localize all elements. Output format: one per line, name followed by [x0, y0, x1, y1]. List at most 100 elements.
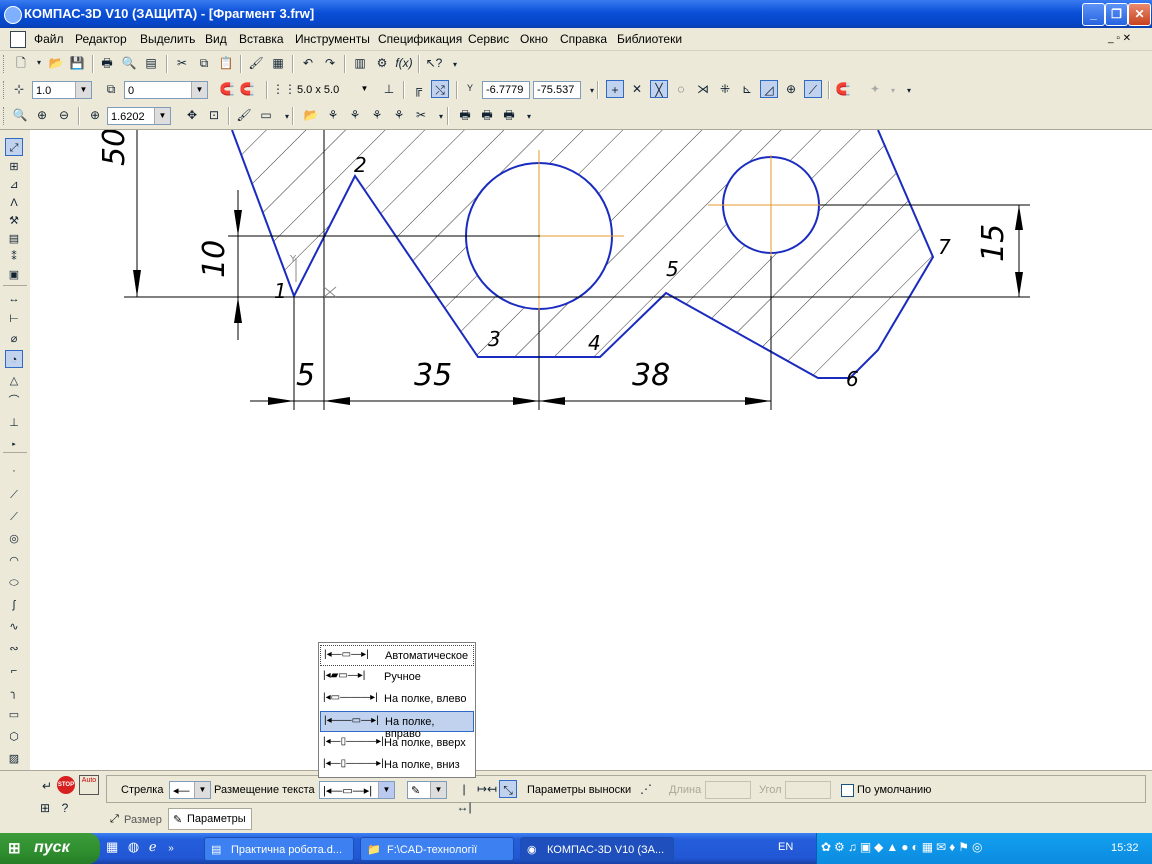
library-icon-1[interactable]: 📂	[302, 106, 320, 124]
arrow-combo[interactable]: ◂— ▼	[169, 781, 211, 799]
help-icon[interactable]: ?	[56, 799, 74, 817]
text-placement-combo[interactable]: |◂—▭—▸| ▼	[319, 781, 395, 799]
dropdown-item-auto[interactable]: |◂—▭—▸| Автоматическое	[320, 645, 474, 666]
print-preview-icon[interactable]: 🖶	[500, 106, 518, 124]
properties-icon[interactable]: ▦	[269, 54, 287, 72]
layer-combo[interactable]: 0 ▼	[124, 81, 208, 99]
hatch-icon[interactable]: ▨	[5, 750, 23, 768]
pan-icon[interactable]: ✥	[183, 106, 201, 124]
magnet-snap-icon[interactable]: 🧲	[218, 80, 236, 98]
measure-panel-icon[interactable]: ▤	[5, 230, 23, 248]
menu-select[interactable]: Выделить	[140, 32, 195, 46]
fillet-icon[interactable]: ╮	[5, 684, 23, 702]
notation-panel-icon[interactable]: ⊿	[5, 176, 23, 194]
spec-panel-icon[interactable]: ▣	[5, 266, 23, 284]
preview-icon[interactable]: ▤	[142, 54, 160, 72]
radial-dim-icon[interactable]: ◔	[5, 350, 23, 368]
enter-object-icon[interactable]: ↵	[38, 777, 56, 795]
arc-dim-icon[interactable]: ⌒	[5, 392, 23, 410]
tools-icon[interactable]: ✂	[412, 106, 430, 124]
inner-arrows-icon[interactable]: |↔|	[455, 780, 473, 814]
tray-icons[interactable]: ✿⚙♫▣◆▲●◐▦✉♦⚑◎	[821, 840, 986, 854]
dropdown-item-shelf-down[interactable]: |◂—▯———▸| На полке, вниз	[320, 755, 474, 776]
fix-icon[interactable]: ⊞	[36, 799, 54, 817]
default-checkbox[interactable]	[841, 784, 854, 797]
dimension-10[interactable]: 10	[197, 240, 232, 278]
bezier-icon[interactable]: ∾	[5, 640, 23, 658]
chevron-down-icon[interactable]: ▼	[191, 82, 207, 98]
menu-file[interactable]: Файл	[34, 32, 64, 46]
toolbar-options-icon[interactable]: ▾	[520, 108, 538, 126]
snap-normal-icon[interactable]: ⊾	[738, 80, 756, 98]
quick-launch-more-icon[interactable]: »	[168, 843, 174, 854]
chevron-down-icon[interactable]: ▼	[378, 782, 394, 798]
chamfer-icon[interactable]: ⌐	[5, 662, 23, 680]
new-file-icon[interactable]: 🗋	[12, 54, 30, 72]
menu-tools[interactable]: Инструменты	[295, 32, 370, 46]
toolbar-grip[interactable]	[3, 81, 7, 99]
dimension-38[interactable]: 38	[632, 358, 670, 393]
chevron-down-icon[interactable]: ▼	[357, 81, 372, 97]
variables-icon[interactable]: f(x)	[395, 54, 413, 72]
library-manager-icon[interactable]: ⚙	[373, 54, 391, 72]
zoom-window-icon[interactable]: 🔍	[11, 106, 29, 124]
snap-magnet-icon[interactable]: 🧲	[834, 80, 852, 98]
dimension-50[interactable]: 50	[97, 130, 132, 166]
document-icon[interactable]	[10, 31, 26, 48]
leader-icon[interactable]: ⤡	[499, 780, 517, 798]
local-cs-icon[interactable]: ⊹	[10, 80, 28, 98]
open-folder-icon[interactable]: 📂	[47, 54, 65, 72]
parametrization-panel-icon[interactable]: ⚒	[5, 212, 23, 230]
undo-icon[interactable]: ↶	[299, 54, 317, 72]
refresh-icon[interactable]: 🖌	[235, 106, 253, 124]
drawing-canvas[interactable]: Y 50 10 15 5 35 38 1 2 3 4 5 6 7	[30, 130, 1152, 770]
menu-window[interactable]: Окно	[520, 32, 548, 46]
cut-icon[interactable]: ✂	[173, 54, 191, 72]
dropdown-item-shelf-left[interactable]: |◂▭———▸| На полке, влево	[320, 689, 474, 710]
menu-help[interactable]: Справка	[560, 32, 607, 46]
outer-arrows-icon[interactable]: ↦↤	[477, 780, 497, 798]
library-icon-3[interactable]: ⚘	[346, 106, 364, 124]
task-kompas[interactable]: ◉ КОМПАС-3D V10 (ЗА...	[520, 837, 674, 861]
dimensions-panel-icon[interactable]: ⊞	[5, 158, 23, 176]
print-icon[interactable]: 🖶	[98, 54, 116, 72]
layers-icon[interactable]: ⧉	[102, 80, 120, 98]
show-all-icon[interactable]: ⊡	[205, 106, 223, 124]
y-coordinate-field[interactable]: -75.537	[533, 81, 581, 99]
select-panel-icon[interactable]: ⁑	[5, 248, 23, 266]
language-indicator[interactable]: EN	[778, 841, 793, 853]
paste-icon[interactable]: 📋	[217, 54, 235, 72]
dimension-35[interactable]: 35	[414, 358, 452, 393]
style-combo[interactable]: 1.0 ▼	[32, 81, 92, 99]
menu-view[interactable]: Вид	[205, 32, 227, 46]
menu-editor[interactable]: Редактор	[75, 32, 127, 46]
dimension-15[interactable]: 15	[976, 224, 1011, 262]
diameter-dim-icon[interactable]: ⌀	[5, 330, 23, 348]
round-icon[interactable]: ╔	[409, 80, 427, 98]
geometry-panel-icon[interactable]: ⤢	[5, 138, 23, 156]
redo-icon[interactable]: ↷	[321, 54, 339, 72]
chevron-down-icon[interactable]: ▼	[154, 108, 170, 124]
spline-icon[interactable]: ʃ	[5, 596, 23, 614]
ellipse-icon[interactable]: ⬭	[5, 574, 23, 592]
grid-icon[interactable]: ⋮⋮	[272, 80, 296, 98]
tab-parameters[interactable]: ✎ Параметры	[168, 808, 252, 830]
zoom-in-icon[interactable]: ⊕	[33, 106, 51, 124]
snap-mode-icon[interactable]: ⤭	[431, 80, 449, 98]
snap-intersection-icon[interactable]: ✕	[628, 80, 646, 98]
auto-create-button[interactable]: Auto	[79, 775, 99, 795]
snap-on-curve-icon[interactable]: ⟋	[804, 80, 822, 98]
context-help-icon[interactable]: ↖?	[425, 54, 443, 72]
start-button[interactable]: ⊞ пуск	[0, 833, 100, 864]
task-folder[interactable]: 📁 F:\CAD-технології	[360, 837, 514, 861]
close-button[interactable]: ✕	[1128, 3, 1151, 26]
print-color-icon[interactable]: 🖶	[478, 106, 496, 124]
x-coordinate-field[interactable]: -6.7779	[482, 81, 530, 99]
chain-dim-icon[interactable]: ⊢	[5, 310, 23, 328]
arc-icon[interactable]: ◠	[5, 552, 23, 570]
snap-point-icon[interactable]: +	[606, 80, 624, 98]
restore-button[interactable]: ❐	[1105, 3, 1128, 26]
print-setup-icon[interactable]: 🖶	[456, 106, 474, 124]
tab-size[interactable]: ⤢ Размер	[106, 809, 166, 829]
toolbar-grip[interactable]	[3, 107, 7, 125]
